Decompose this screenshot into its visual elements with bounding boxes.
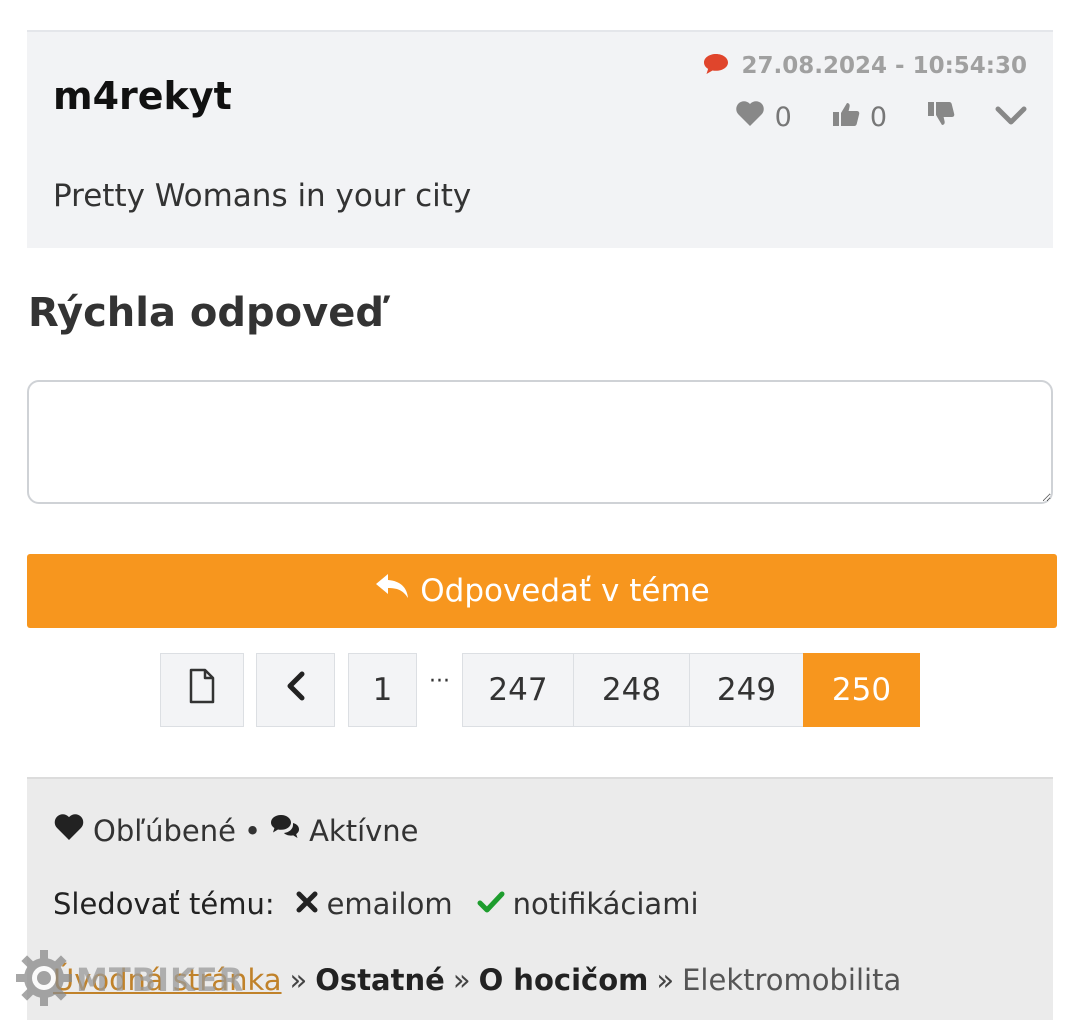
comments-icon (269, 813, 301, 848)
post-date: 27.08.2024 - 10:54:30 (741, 53, 1027, 79)
breadcrumb-item[interactable]: Ostatné (315, 963, 445, 997)
active-link[interactable]: Aktívne (309, 814, 418, 848)
post-card: m4rekyt 27.08.2024 - 10:54:30 0 0 Pretty… (27, 30, 1053, 248)
chevron-down-icon (995, 102, 1027, 133)
favorites-link[interactable]: Obľúbené (93, 814, 236, 848)
breadcrumb-current[interactable]: Elektromobilita (682, 963, 901, 997)
post-author[interactable]: m4rekyt (53, 74, 232, 118)
post-date-row: 27.08.2024 - 10:54:30 (702, 52, 1027, 80)
page-link[interactable]: 249 (689, 653, 804, 727)
thumbs-down-icon (927, 101, 955, 134)
thumbs-up-action[interactable]: 0 (832, 101, 887, 134)
post-text: Pretty Womans in your city (53, 178, 472, 214)
thumbs-up-icon (832, 101, 860, 134)
gear-icon (14, 948, 74, 1012)
thumbs-down-action[interactable] (927, 101, 955, 134)
follow-notifications-label: notifikáciami (512, 887, 699, 921)
bullet-separator: • (243, 813, 262, 848)
close-icon (295, 887, 319, 921)
reply-button-label: Odpovedať v téme (420, 573, 710, 609)
follow-email-label: emailom (326, 887, 453, 921)
follow-topic-row: Sledovať tému: emailom notifikáciami (53, 887, 723, 921)
page-link[interactable]: 1 (348, 653, 417, 727)
follow-email-toggle[interactable]: emailom (295, 887, 453, 921)
check-icon (477, 887, 505, 921)
post-actions: 0 0 (735, 100, 1027, 134)
quick-reply-title: Rýchla odpoveď (28, 290, 384, 336)
mtbiker-watermark: MTBIKER (14, 948, 244, 1012)
follow-topic-label: Sledovať tému: (53, 887, 275, 921)
breadcrumb-separator: » (289, 963, 308, 997)
page-link-active[interactable]: 250 (803, 653, 920, 727)
heart-icon (735, 100, 765, 134)
expand-action[interactable] (995, 102, 1027, 133)
chevron-left-icon (286, 671, 306, 709)
thumbs-up-count: 0 (869, 101, 887, 133)
page-link[interactable]: 248 (573, 653, 690, 727)
breadcrumb-separator: » (452, 963, 471, 997)
follow-notifications-toggle[interactable]: notifikáciami (477, 887, 699, 921)
breadcrumb-item[interactable]: O hocičom (479, 963, 649, 997)
like-count: 0 (774, 101, 792, 133)
topic-links-row: Obľúbené • Aktívne (53, 813, 419, 848)
first-page-button[interactable] (160, 653, 244, 727)
prev-page-button[interactable] (256, 653, 335, 727)
quick-reply-input[interactable] (27, 380, 1053, 504)
like-action[interactable]: 0 (735, 100, 792, 134)
page-icon (187, 668, 217, 712)
breadcrumb-separator: » (656, 963, 675, 997)
heart-icon (53, 813, 85, 848)
comment-icon (702, 52, 730, 80)
watermark-text: MTBIKER (76, 961, 245, 999)
reply-in-topic-button[interactable]: Odpovedať v téme (27, 554, 1057, 628)
reply-arrow-icon (374, 572, 410, 610)
page-link[interactable]: 247 (462, 653, 574, 727)
pagination-ellipsis: ··· (429, 669, 450, 694)
